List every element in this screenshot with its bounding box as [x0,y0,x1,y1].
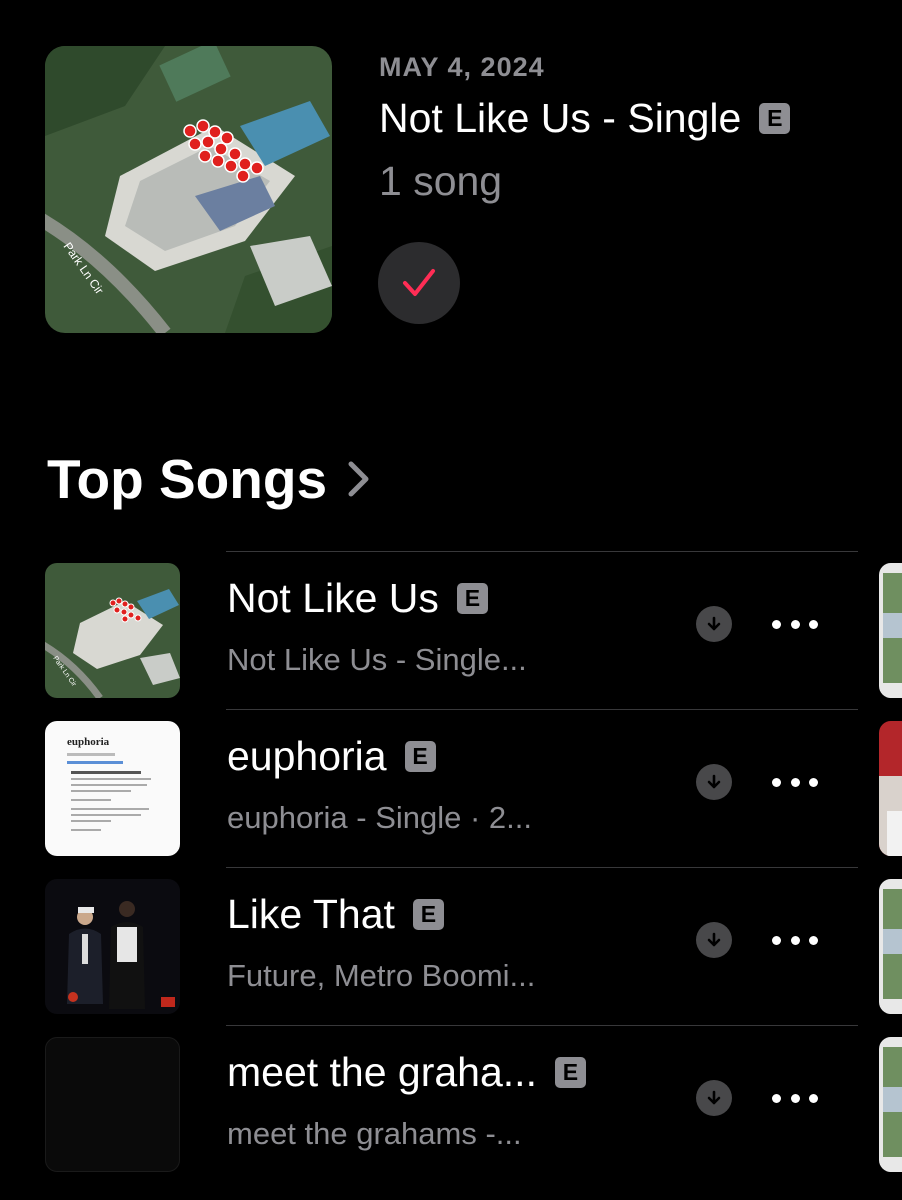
dot [809,935,818,945]
explicit-badge: E [412,899,444,930]
explicit-badge: E [554,1057,586,1088]
song-title-line[interactable]: Like That E [227,891,444,938]
dot [772,935,781,945]
dot [772,777,781,787]
dot [790,619,800,629]
release-song-count: 1 song [379,158,503,204]
song-artwork[interactable] [45,879,180,1014]
artwork-peek-image [879,563,902,698]
song-title-line[interactable]: Not Like Us E [227,575,488,622]
top-songs-heading[interactable]: Top Songs [47,447,327,511]
aerial-map-artwork: Park Ln Cir [45,563,180,698]
song-title[interactable]: Not Like Us [227,575,439,622]
release-title-line[interactable]: Not Like Us - Single E [379,95,791,142]
top-songs-header[interactable]: Top Songs [47,447,371,511]
download-arrow-icon [707,616,721,631]
more-options-button[interactable] [772,1078,818,1118]
song-row-meet-the-grahams[interactable]: meet the graha... E meet the grahams -..… [0,1026,902,1184]
download-arrow-icon [707,774,721,789]
song-row-like-that[interactable]: Like That E Future, Metro Boomi... [0,868,902,1026]
song-row-not-like-us[interactable]: Park Ln Cir Not Like Us E Not Like Us - … [0,552,902,710]
song-artwork[interactable] [45,1037,180,1172]
song-row-euphoria[interactable]: euphoria euphoria E euphoria - Single · … [0,710,902,868]
release-title[interactable]: Not Like Us - Single [379,95,741,142]
download-button[interactable] [696,922,732,958]
dictionary-page-artwork: euphoria [45,721,180,856]
song-title-line[interactable]: meet the graha... E [227,1049,586,1096]
download-arrow-icon [707,1090,721,1105]
dot [772,619,781,629]
next-column-artwork-peek[interactable] [879,1037,902,1172]
song-subtitle: Not Like Us - Single... [227,642,527,677]
song-subtitle: meet the grahams -... [227,1116,522,1151]
more-options-button[interactable] [772,920,818,960]
song-artwork[interactable]: Park Ln Cir [45,563,180,698]
dot [772,1093,781,1103]
release-artwork[interactable]: Park Ln Cir [45,46,332,333]
explicit-badge: E [456,583,488,614]
dot [790,1093,800,1103]
artwork-peek-image [879,879,902,1014]
artwork-peek-image [879,1037,902,1172]
chevron-right-icon[interactable] [347,460,371,498]
explicit-badge: E [759,103,791,134]
download-button[interactable] [696,764,732,800]
dot [809,777,818,787]
download-arrow-icon [707,932,721,947]
release-date: MAY 4, 2024 [379,52,545,82]
two-figures-artwork [45,879,180,1014]
song-subtitle: Future, Metro Boomi... [227,958,536,993]
song-title[interactable]: euphoria [227,733,387,780]
download-button[interactable] [696,606,732,642]
more-options-button[interactable] [772,762,818,802]
dot [809,1093,818,1103]
next-column-artwork-peek[interactable] [879,563,902,698]
aerial-map-artwork: Park Ln Cir [45,46,332,333]
song-subtitle: euphoria - Single · 2... [227,800,533,835]
song-title[interactable]: meet the graha... [227,1049,537,1096]
download-button[interactable] [696,1080,732,1116]
dictionary-headword: euphoria [67,736,110,748]
song-title-line[interactable]: euphoria E [227,733,436,780]
dot [790,777,800,787]
song-title[interactable]: Like That [227,891,395,938]
next-column-artwork-peek[interactable] [879,879,902,1014]
artwork-peek-image [879,721,902,856]
dot [809,619,818,629]
more-options-button[interactable] [772,604,818,644]
checkmark-icon [403,269,435,296]
next-column-artwork-peek[interactable] [879,721,902,856]
song-artwork[interactable]: euphoria [45,721,180,856]
added-to-library-button[interactable] [378,242,460,324]
explicit-badge: E [404,741,436,772]
dot [790,935,800,945]
